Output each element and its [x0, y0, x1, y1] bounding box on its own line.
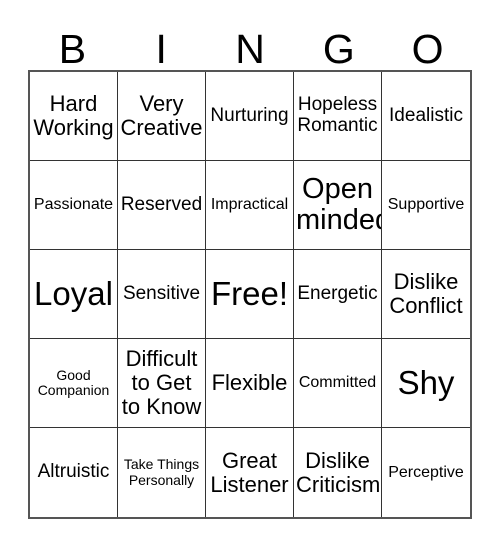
bingo-card: B I N G O Hard Working Very Creative Nurtu…	[28, 16, 472, 519]
bingo-cell-label: Committed	[298, 374, 377, 392]
bingo-cell[interactable]: Shy	[382, 339, 470, 428]
bingo-cell[interactable]: Flexible	[206, 339, 294, 428]
bingo-cell[interactable]: Passionate	[30, 161, 118, 250]
bingo-cell-label: Dislike Conflict	[389, 269, 463, 318]
bingo-cell-label: Dislike Criticism	[296, 447, 381, 497]
bingo-header-letter-g: G	[322, 26, 355, 72]
bingo-cell-label: Take Things Personally	[123, 456, 200, 488]
bingo-header-letter-n: N	[235, 26, 265, 72]
bingo-cell[interactable]: Free!	[206, 250, 294, 339]
bingo-cell[interactable]: Hard Working	[30, 72, 118, 161]
bingo-cell[interactable]: Committed	[294, 339, 382, 428]
bingo-header-letter-b: B	[58, 26, 87, 72]
bingo-cell[interactable]: Difficult to Get to Know	[118, 339, 206, 428]
bingo-cell[interactable]: Good Companion	[30, 339, 118, 428]
bingo-cell[interactable]: Perceptive	[382, 428, 470, 517]
bingo-cell-label: Free!	[210, 275, 289, 313]
bingo-cell-label: Difficult to Get to Know	[121, 346, 202, 419]
bingo-cell-label: Open minded	[296, 172, 382, 236]
bingo-cell-label: Shy	[397, 364, 455, 402]
bingo-cell-label: Hard Working	[33, 91, 114, 140]
bingo-cell[interactable]: Loyal	[30, 250, 118, 339]
bingo-cell-label: Supportive	[387, 196, 465, 214]
bingo-cell-label: Very Creative	[120, 91, 203, 140]
bingo-cell-label: Sensitive	[122, 282, 201, 304]
bingo-cell[interactable]: Take Things Personally	[118, 428, 206, 517]
bingo-cell[interactable]: Supportive	[382, 161, 470, 250]
bingo-cell-label: Reserved	[120, 193, 203, 215]
bingo-cell-label: Passionate	[33, 196, 114, 214]
bingo-grid: Hard Working Very Creative Nurturing Hopele…	[28, 70, 472, 519]
bingo-cell[interactable]: Energetic	[294, 250, 382, 339]
bingo-cell-label: Flexible	[211, 370, 288, 396]
bingo-cell-label: Great Listener	[210, 447, 289, 497]
bingo-cell[interactable]: Hopeless Romantic	[294, 72, 382, 161]
bingo-cell[interactable]: Altruistic	[30, 428, 118, 517]
bingo-cell[interactable]: Impractical	[206, 161, 294, 250]
bingo-header-row: B I N G O	[28, 16, 472, 70]
bingo-cell[interactable]: Idealistic	[382, 72, 470, 161]
bingo-cell[interactable]: Open minded	[294, 161, 382, 250]
bingo-cell[interactable]: Reserved	[118, 161, 206, 250]
bingo-cell-label: Impractical	[210, 196, 289, 214]
bingo-cell-label: Hopeless Romantic	[297, 94, 378, 136]
bingo-cell[interactable]: Nurturing	[206, 72, 294, 161]
bingo-cell[interactable]: Dislike Conflict	[382, 250, 470, 339]
bingo-cell-label: Idealistic	[389, 104, 463, 126]
bingo-cell[interactable]: Dislike Criticism	[294, 428, 382, 517]
bingo-cell-label: Energetic	[297, 282, 378, 304]
bingo-cell[interactable]: Sensitive	[118, 250, 206, 339]
bingo-cell[interactable]: Very Creative	[118, 72, 206, 161]
bingo-cell-label: Loyal	[34, 275, 113, 313]
bingo-cell-label: Altruistic	[37, 461, 110, 483]
bingo-cell-label: Good Companion	[37, 366, 110, 398]
bingo-cell-label: Nurturing	[210, 104, 289, 126]
bingo-header-letter-o: O	[411, 26, 444, 72]
bingo-cell[interactable]: Great Listener	[206, 428, 294, 517]
bingo-cell-label: Perceptive	[388, 463, 464, 481]
bingo-header-letter-i: I	[155, 26, 167, 72]
